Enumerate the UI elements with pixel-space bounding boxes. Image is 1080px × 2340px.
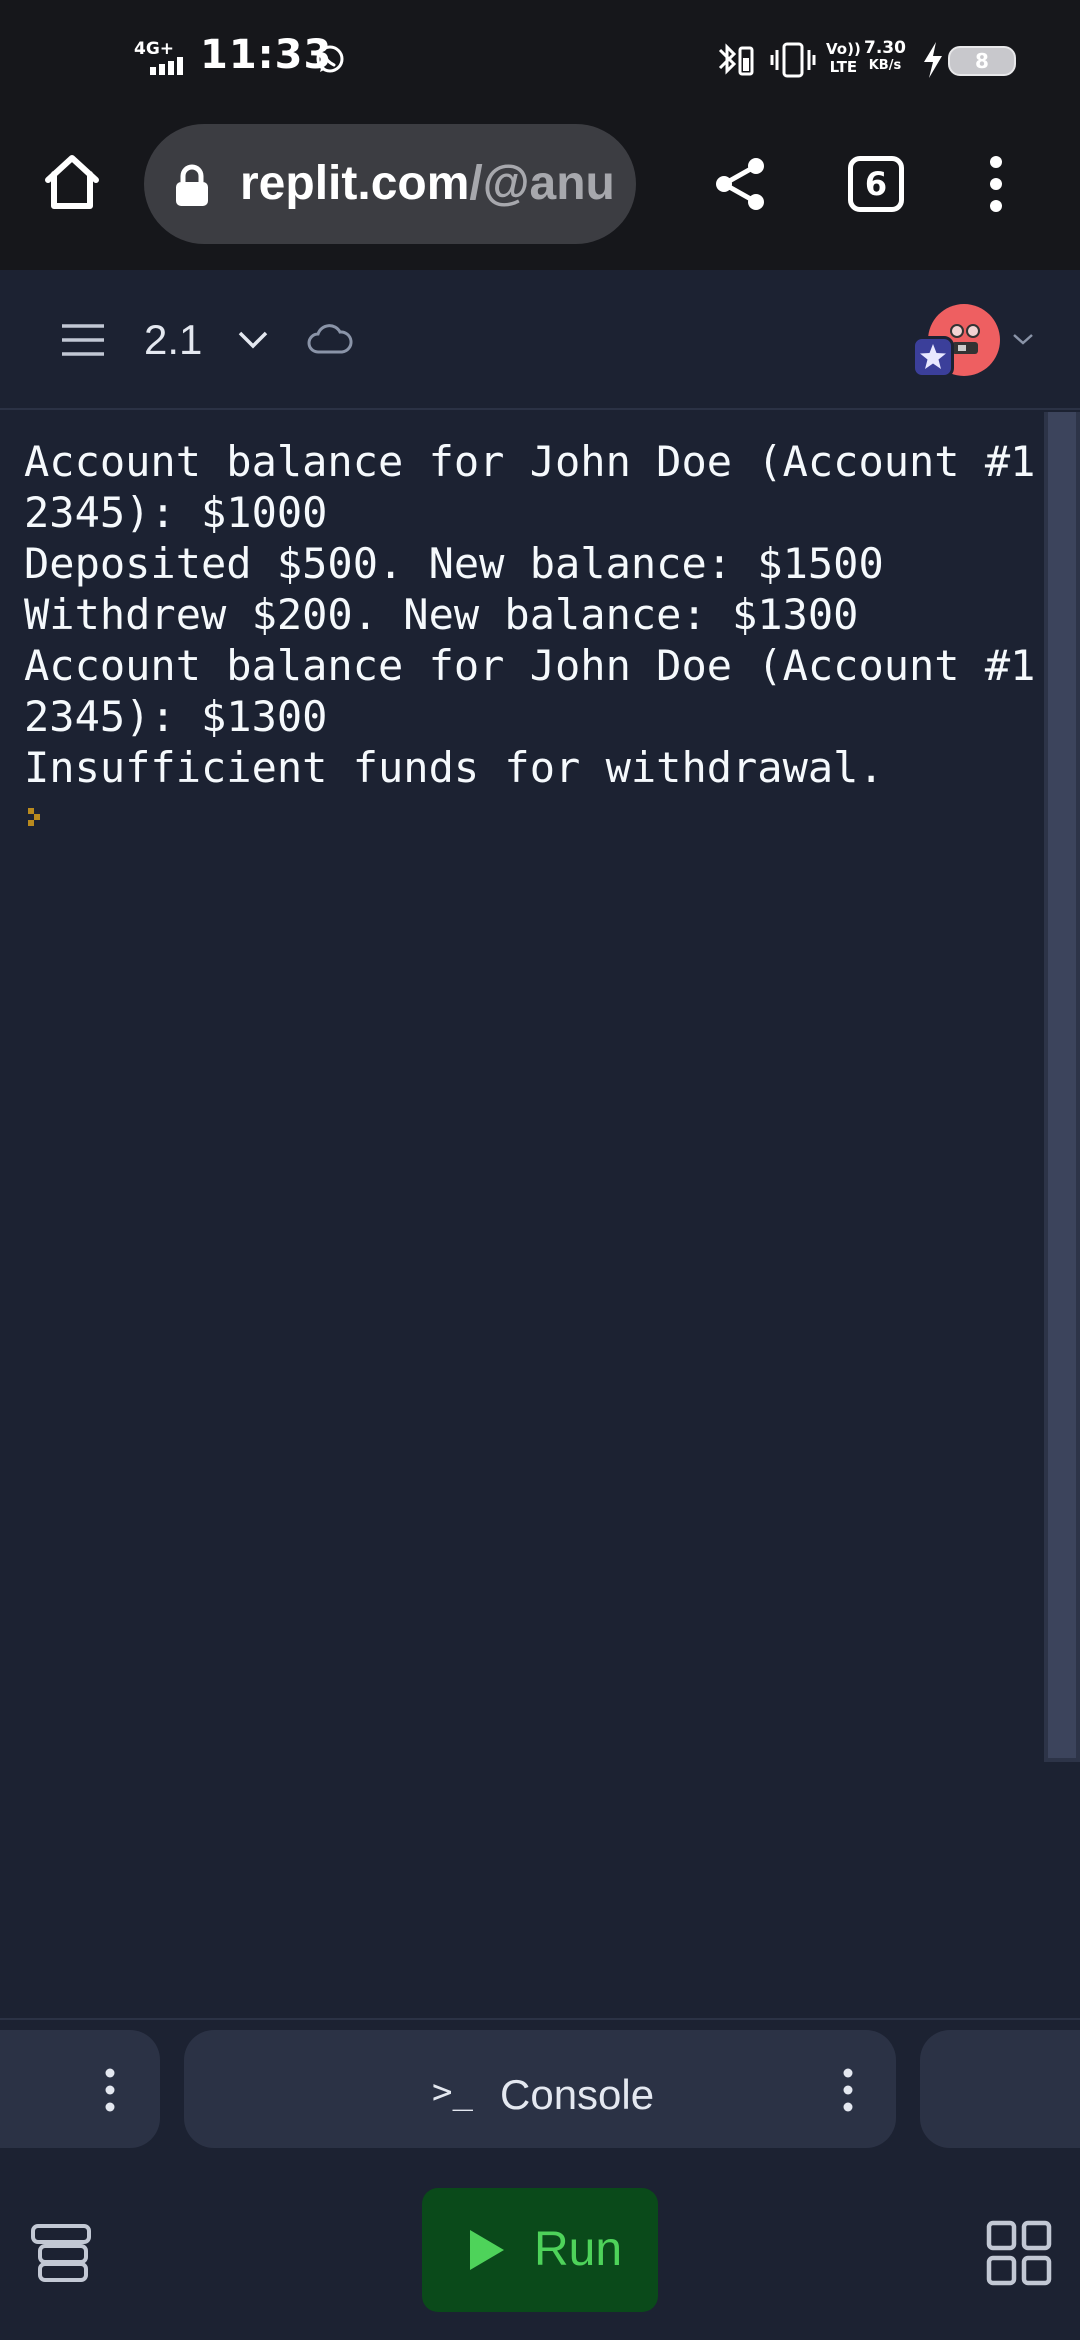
console-line: 2345): $1300 [24,692,328,741]
tab-console-label: Console [500,2071,655,2118]
url-text: replit.com/@anu [240,154,615,214]
status-bar: 4G+ 11:33 Vo)) LTE 7.30 KB/s 8 [0,0,1080,118]
charging-icon [924,42,942,78]
network-speed: 7.30 KB/s [864,38,906,74]
address-bar[interactable]: replit.com/@anu [144,124,636,244]
signal-icon [150,57,183,75]
volte-bottom-text: LTE [829,58,858,76]
console-output: Account balance for John Doe (Account #1… [0,412,1044,2012]
tab-previous[interactable] [0,2030,160,2148]
more-vert-icon[interactable] [842,2068,854,2112]
scrollbar-thumb[interactable] [1048,412,1076,1758]
lock-icon [176,164,208,206]
run-button-label: Run [534,2223,623,2276]
speed-unit: KB/s [868,58,902,73]
console-scrollbar[interactable] [1044,412,1080,1762]
whatsapp-icon [316,45,344,73]
more-vert-icon[interactable] [976,154,1016,214]
console-line: Account balance for John Doe (Account #1 [24,641,1036,690]
cloud-icon [307,324,353,354]
run-button[interactable]: Run [422,2188,658,2312]
bluetooth-icon [718,43,754,76]
terminal-icon: >_ [432,2072,473,2112]
play-icon [470,2230,504,2270]
bottom-toolbar: Run [0,2160,1080,2340]
console-line: Insufficient funds for withdrawal. [24,743,884,792]
speed-value: 7.30 [864,38,906,58]
star-icon [920,344,946,369]
menu-icon[interactable] [60,322,106,358]
battery-level: 8 [975,49,989,73]
project-name[interactable]: 2.1 [144,312,202,368]
battery-indicator: 8 [948,46,1016,76]
volte-indicator: Vo)) LTE [826,40,861,76]
database-icon[interactable] [30,2222,92,2284]
chevron-down-icon[interactable] [236,324,270,354]
star-badge [912,336,954,378]
url-domain: replit.com [240,157,470,210]
grid-icon[interactable] [986,2220,1052,2286]
tab-next[interactable] [920,2030,1080,2148]
console-line: Withdrew $200. New balance: $1300 [24,590,859,639]
workspace-header: 2.1 [0,270,1080,410]
pane-tabs: >_ Console [0,2018,1080,2158]
console-line: Deposited $500. New balance: $1500 [24,539,884,588]
share-icon[interactable] [712,156,768,212]
chevron-down-icon[interactable] [1012,330,1034,348]
more-vert-icon[interactable] [104,2068,116,2112]
console-line: Account balance for John Doe (Account #1 [24,437,1036,486]
volte-top-text: Vo)) [826,40,861,58]
home-icon[interactable] [40,150,104,214]
vibrate-icon [770,42,816,78]
tab-console[interactable]: >_ Console [184,2030,896,2148]
url-path: /@anu [469,157,615,210]
tab-switcher-button[interactable]: 6 [848,156,904,212]
console-line: 2345): $1000 [24,488,328,537]
console-cursor-icon [28,808,40,826]
browser-toolbar: replit.com/@anu 6 [0,118,1080,270]
clock: 11:33 [200,32,333,78]
